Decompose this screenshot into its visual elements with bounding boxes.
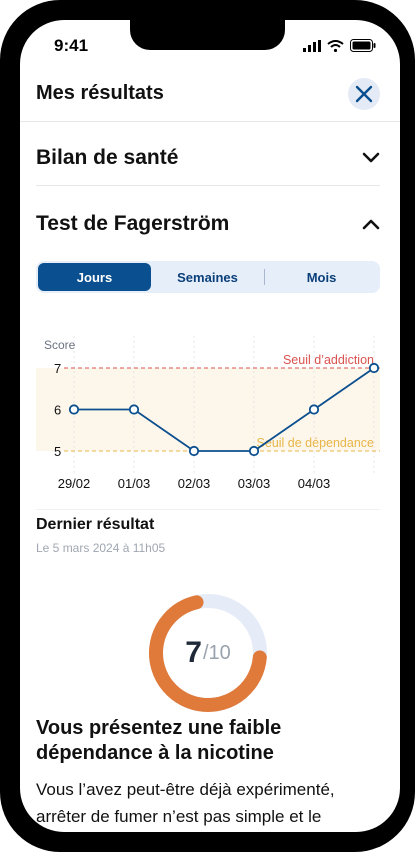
data-point [368, 362, 380, 374]
y-tick-label: 6 [54, 403, 61, 418]
data-point [308, 404, 320, 415]
accordion-bilan[interactable]: Bilan de santé [36, 136, 380, 180]
tab-jours[interactable]: Jours [38, 263, 151, 291]
y-tick-label: 5 [54, 444, 61, 459]
score-max: /10 [202, 641, 231, 664]
screen: 9:41 Mes résultats Bilan de santé Test d… [20, 20, 400, 832]
last-result-title: Dernier résultat [36, 516, 155, 533]
y-axis-label: Score [44, 338, 76, 352]
threshold-label: Seuil d’addiction [283, 353, 374, 367]
data-point [128, 404, 140, 415]
wifi-icon [327, 39, 344, 52]
accordion-fagerstrom-title: Test de Fagerström [36, 212, 230, 235]
status-time: 9:41 [54, 36, 89, 55]
score-label: 7 /10 [145, 590, 271, 716]
tab-semaines[interactable]: Semaines [151, 263, 264, 291]
page-title: Mes résultats [36, 82, 164, 104]
header-divider [20, 121, 400, 122]
period-tabs: Jours Semaines Mois [36, 261, 380, 293]
x-tick-label: 01/03 [118, 476, 151, 491]
score-chart-svg: Score567Seuil d’addictionSeuil de dépend… [36, 336, 380, 491]
data-point [188, 445, 200, 457]
last-result-date: Le 5 mars 2024 à 11h05 [36, 541, 166, 555]
data-point [68, 404, 80, 415]
data-point [248, 445, 260, 457]
result-heading: Vous présentez une faible dépendance à l… [36, 717, 282, 764]
score-chart: Score 5 6 7 Seuil d’addiction Seuil de dépend… [36, 310, 380, 500]
x-tick-label: 04/03 [298, 476, 331, 491]
chart-divider [36, 509, 380, 510]
close-button[interactable] [348, 78, 380, 110]
battery-icon [350, 39, 376, 52]
score-value: 7 [185, 636, 202, 669]
tab-mois[interactable]: Mois [265, 263, 378, 291]
x-tick-label: 29/02 [58, 476, 91, 491]
chevron-up-icon [362, 219, 380, 230]
chevron-down-icon [362, 152, 380, 163]
status-icons [303, 39, 376, 52]
x-tick-label: 03/03 [238, 476, 271, 491]
y-tick-label: 7 [54, 361, 61, 376]
section-divider [36, 185, 380, 186]
result-description: Vous l’avez peut-être déjà expérimenté, … [36, 780, 335, 826]
signal-icon [303, 39, 321, 52]
notch [130, 20, 285, 50]
accordion-fagerstrom[interactable]: Test de Fagerström [36, 202, 380, 246]
close-icon [355, 85, 373, 103]
accordion-bilan-title: Bilan de santé [36, 146, 179, 169]
x-tick-label: 02/03 [178, 476, 211, 491]
